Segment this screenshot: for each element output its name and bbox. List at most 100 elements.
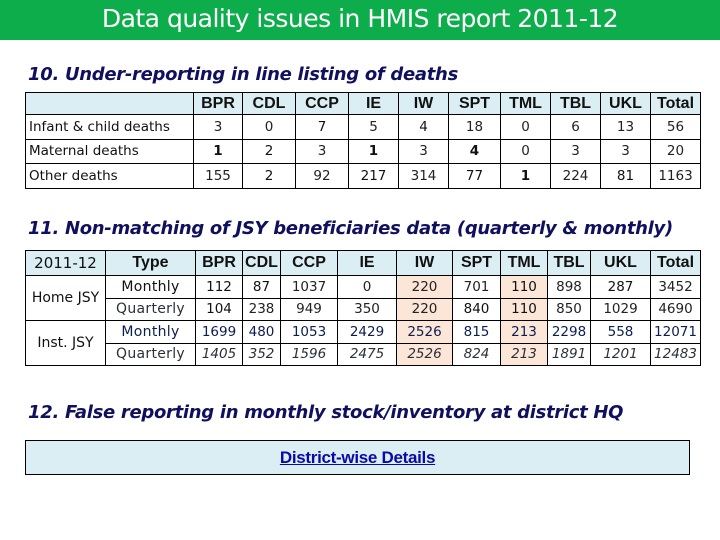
group-label: Inst. JSY	[25, 320, 106, 366]
header-cell	[25, 92, 194, 115]
deaths-under-reporting-table: BPR CDL CCP IE IW SPT TML TBL UKL Total …	[25, 92, 701, 189]
cell: 18	[448, 114, 501, 140]
header-cell: TBL	[547, 250, 591, 276]
table-header-row: BPR CDL CCP IE IW SPT TML TBL UKL Total	[25, 92, 701, 115]
cell: 1053	[280, 320, 338, 344]
header-cell: SPT	[448, 92, 501, 115]
cell: 77	[448, 163, 501, 189]
cell: 352	[242, 342, 281, 366]
cell: 287	[590, 275, 651, 299]
cell: 224	[550, 163, 601, 189]
section-12-title: 12. False reporting in monthly stock/inv…	[28, 402, 624, 423]
cell: 220	[396, 297, 453, 321]
section-11-title: 11. Non-matching of JSY beneficiaries da…	[28, 218, 673, 239]
cell: 2526	[396, 342, 453, 366]
cell: 104	[195, 297, 243, 321]
header-cell: TBL	[550, 92, 601, 115]
cell: 5	[348, 114, 399, 140]
header-cell: IE	[348, 92, 399, 115]
cell: 87	[242, 275, 281, 299]
cell: 2475	[337, 342, 397, 366]
group-label: Home JSY	[25, 275, 106, 321]
cell: 3	[550, 138, 601, 164]
cell: 13	[600, 114, 651, 140]
cell: 1029	[590, 297, 651, 321]
cell: 1037	[280, 275, 338, 299]
cell: 350	[337, 297, 397, 321]
header-cell: IW	[398, 92, 449, 115]
cell: 815	[452, 320, 501, 344]
cell: 56	[650, 114, 701, 140]
table-row: Maternal deaths 1 2 3 1 3 4 0 3 3 20	[25, 138, 701, 164]
cell: 155	[193, 163, 243, 189]
page-title-banner: Data quality issues in HMIS report 2011-…	[0, 0, 720, 40]
header-cell: CDL	[242, 250, 281, 276]
cell: 3	[600, 138, 651, 164]
row-label: Other deaths	[25, 163, 194, 189]
cell: 1201	[590, 342, 651, 366]
cell: 840	[452, 297, 501, 321]
cell: 480	[242, 320, 281, 344]
cell: 12071	[650, 320, 701, 344]
type-cell: Monthly	[105, 320, 196, 344]
cell: 824	[452, 342, 501, 366]
jsy-beneficiaries-table: 2011-12 Type BPR CDL CCP IE IW SPT TML T…	[25, 250, 701, 366]
type-cell: Quarterly	[105, 297, 196, 321]
table-row: Infant & child deaths 3 0 7 5 4 18 0 6 1…	[25, 114, 701, 140]
header-cell: SPT	[452, 250, 501, 276]
cell: 1163	[650, 163, 701, 189]
header-cell: Total	[650, 250, 701, 276]
cell: 110	[500, 297, 548, 321]
cell: 1	[500, 163, 551, 189]
cell: 213	[500, 320, 548, 344]
district-details-box: District-wise Details	[25, 440, 690, 475]
header-cell: IW	[396, 250, 453, 276]
cell: 3	[193, 114, 243, 140]
cell: 898	[547, 275, 591, 299]
district-wise-details-link[interactable]: District-wise Details	[280, 448, 436, 468]
cell: 0	[500, 138, 551, 164]
row-label: Maternal deaths	[25, 138, 194, 164]
cell: 3	[398, 138, 449, 164]
header-cell: UKL	[600, 92, 651, 115]
type-cell: Monthly	[105, 275, 196, 299]
cell: 217	[348, 163, 399, 189]
header-cell: Type	[105, 250, 196, 276]
cell: 6	[550, 114, 601, 140]
header-cell: UKL	[590, 250, 651, 276]
cell: 850	[547, 297, 591, 321]
table-row: Home JSY Monthly 112 87 1037 0 220 701 1…	[25, 275, 701, 321]
cell: 0	[337, 275, 397, 299]
cell: 81	[600, 163, 651, 189]
cell: 558	[590, 320, 651, 344]
cell: 110	[500, 275, 548, 299]
cell: 1699	[195, 320, 243, 344]
cell: 4	[398, 114, 449, 140]
header-cell: CCP	[280, 250, 338, 276]
cell: 2	[242, 163, 296, 189]
header-cell: CCP	[295, 92, 349, 115]
cell: 949	[280, 297, 338, 321]
table-row: Quarterly 104 238 949 350 220 840 110 85…	[26, 297, 701, 321]
header-cell: 2011-12	[25, 250, 106, 276]
cell: 2298	[547, 320, 591, 344]
type-cell: Quarterly	[105, 342, 196, 366]
cell: 1596	[280, 342, 338, 366]
table-header-row: 2011-12 Type BPR CDL CCP IE IW SPT TML T…	[25, 250, 701, 276]
cell: 92	[295, 163, 349, 189]
header-cell: BPR	[193, 92, 243, 115]
row-label: Infant & child deaths	[25, 114, 194, 140]
cell: 4690	[650, 297, 701, 321]
cell: 12483	[650, 342, 701, 366]
header-cell: TML	[500, 250, 548, 276]
cell: 2526	[396, 320, 453, 344]
cell: 220	[396, 275, 453, 299]
cell: 4	[448, 138, 501, 164]
cell: 1	[348, 138, 399, 164]
table-row: Other deaths 155 2 92 217 314 77 1 224 8…	[25, 163, 701, 189]
cell: 1405	[195, 342, 243, 366]
header-cell: BPR	[195, 250, 243, 276]
cell: 7	[295, 114, 349, 140]
cell: 1	[193, 138, 243, 164]
header-cell: Total	[650, 92, 701, 115]
